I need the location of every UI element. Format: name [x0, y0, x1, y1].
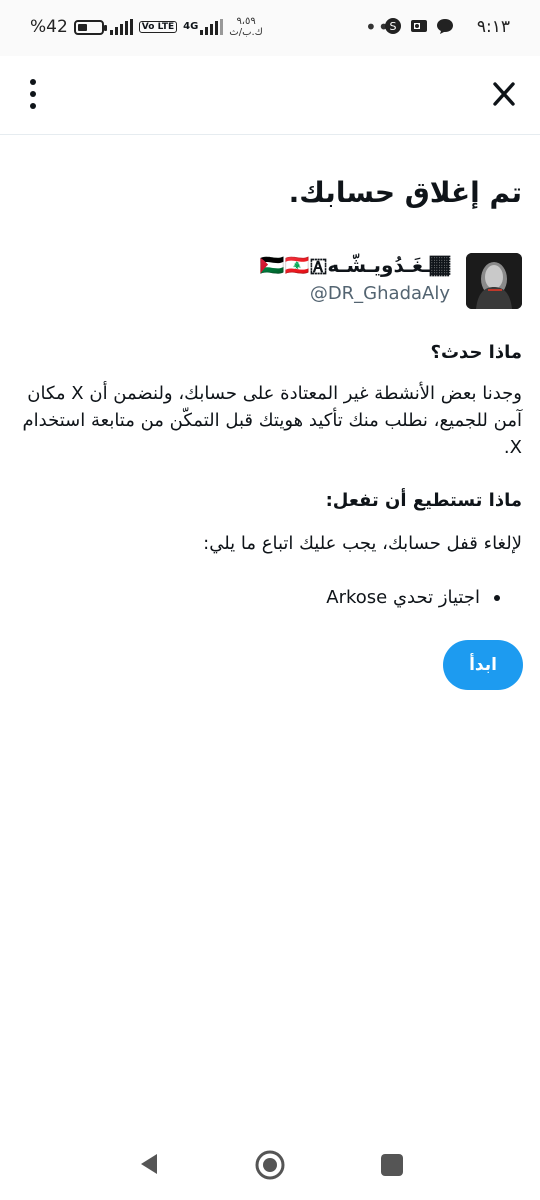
notification-icons: S	[384, 17, 454, 35]
home-icon[interactable]	[255, 1150, 285, 1180]
signal-strength-icon	[109, 19, 133, 35]
bullet-icon	[494, 594, 500, 601]
chat-bubble-icon	[437, 19, 453, 34]
display-name: 🏾ـغَـدُويـشّـه🇵🇸🇱🇧🇦	[259, 253, 450, 277]
what-happened-heading: ماذا حدث؟	[430, 342, 522, 363]
signal-strength-icon-2	[200, 19, 224, 35]
start-button[interactable]: ابدأ	[443, 640, 523, 690]
status-left-group: %42 Vo LTE 4G ٩،٥٩ ك.ب/ث	[30, 16, 263, 38]
network-type-group: 4G	[183, 19, 224, 35]
network-speed-value: ٩،٥٩	[236, 16, 256, 27]
avatar-image	[466, 253, 522, 309]
what-happened-text: وجدنا بعض الأنشطة غير المعتادة على حسابك…	[22, 383, 522, 458]
user-handle: @DR_GhadaAly	[309, 283, 450, 304]
network-speed-unit: ك.ب/ث	[229, 27, 263, 38]
network-type: 4G	[183, 21, 199, 32]
app-s-icon: S	[385, 18, 401, 34]
clock: ٩:١٣	[476, 17, 510, 37]
svg-text:S: S	[390, 20, 397, 33]
volte-badge: Vo LTE	[138, 21, 178, 33]
network-speed: ٩،٥٩ ك.ب/ث	[229, 16, 263, 38]
outlook-icon	[411, 20, 427, 32]
kebab-menu-icon[interactable]	[28, 79, 38, 109]
battery-percent: %42	[30, 17, 68, 37]
back-icon[interactable]	[137, 1152, 161, 1176]
what-to-do-heading: ماذا تستطيع أن تفعل:	[325, 490, 522, 511]
recent-apps-icon[interactable]	[381, 1154, 403, 1176]
status-bar: %42 Vo LTE 4G ٩،٥٩ ك.ب/ث ••• S ٩:١٣	[0, 0, 540, 56]
page-title: تم إغلاق حسابك.	[288, 176, 522, 209]
battery-icon	[73, 19, 107, 35]
what-to-do-text: لإلغاء قفل حسابك، يجب عليك اتباع ما يلي:	[203, 533, 522, 554]
x-logo-close-icon[interactable]	[492, 78, 516, 108]
avatar	[466, 253, 522, 309]
step-label: اجتياز تحدي Arkose	[326, 587, 480, 608]
top-bar	[0, 56, 540, 135]
list-item: اجتياز تحدي Arkose	[326, 587, 500, 608]
